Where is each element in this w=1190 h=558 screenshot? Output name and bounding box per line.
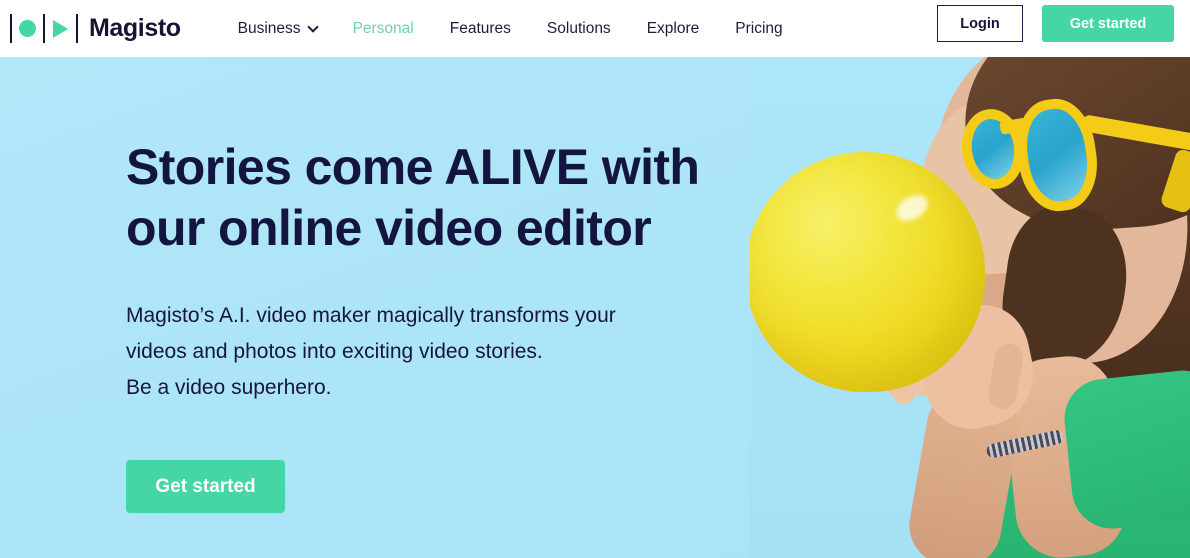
hero-sub-line-2: videos and photos into exciting video st… xyxy=(126,340,543,363)
site-header: Magisto Business Personal Features Solut… xyxy=(0,0,1190,57)
hero-sub-line-3: Be a video superhero. xyxy=(126,376,332,399)
shirt-sleeve xyxy=(1060,367,1190,533)
nav-item-pricing[interactable]: Pricing xyxy=(735,20,782,38)
play-dot-logo-icon xyxy=(10,14,78,44)
get-started-button-header[interactable]: Get started xyxy=(1042,5,1174,42)
nav-item-personal[interactable]: Personal xyxy=(353,20,414,38)
nav-item-features[interactable]: Features xyxy=(450,20,511,38)
logo-bar-3 xyxy=(76,14,78,43)
get-started-button-hero[interactable]: Get started xyxy=(126,460,285,513)
header-actions: Login Get started xyxy=(937,5,1174,42)
logo-bar-2 xyxy=(43,14,45,43)
hero-section: Stories come ALIVE with our online video… xyxy=(0,57,1190,558)
logo-bar-1 xyxy=(10,14,12,43)
hero-copy: Stories come ALIVE with our online video… xyxy=(126,137,766,513)
logo-text: Magisto xyxy=(89,14,181,42)
page-root: Magisto Business Personal Features Solut… xyxy=(0,0,1190,558)
nav-item-business-label: Business xyxy=(237,19,301,37)
logo-play-triangle-icon xyxy=(53,19,68,38)
nav-item-business[interactable]: Business xyxy=(237,19,319,38)
login-button[interactable]: Login xyxy=(937,5,1023,42)
chevron-down-icon xyxy=(306,20,319,33)
nav-item-explore[interactable]: Explore xyxy=(647,20,700,38)
main-nav: Business Personal Features Solutions Exp… xyxy=(238,20,819,38)
balloon xyxy=(750,152,985,392)
logo-circle-icon xyxy=(19,20,36,37)
page-title: Stories come ALIVE with our online video… xyxy=(126,137,766,259)
hero-image xyxy=(750,57,1190,558)
hero-title-line-2: our online video editor xyxy=(126,200,652,256)
logo[interactable]: Magisto xyxy=(10,14,181,44)
hero-sub-line-1: Magisto’s A.I. video maker magically tra… xyxy=(126,304,616,327)
nav-item-solutions[interactable]: Solutions xyxy=(547,20,611,38)
hero-title-line-1: Stories come ALIVE with xyxy=(126,139,700,195)
hero-subtitle: Magisto’s A.I. video maker magically tra… xyxy=(126,298,766,406)
